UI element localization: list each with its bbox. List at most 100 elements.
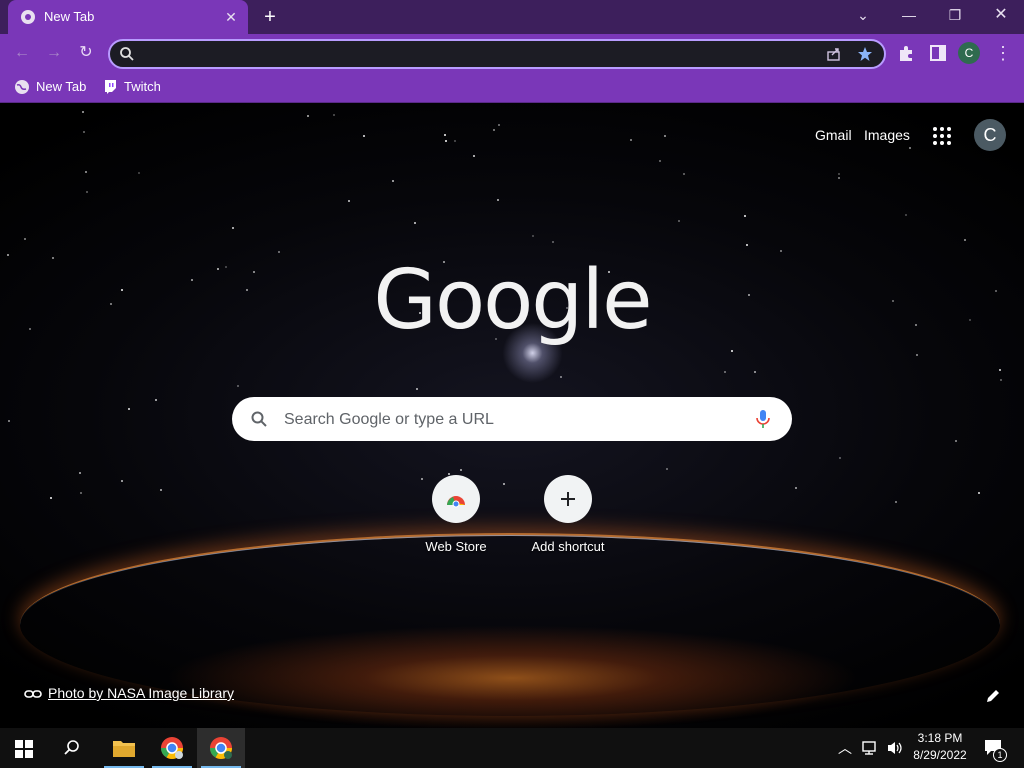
clock-time: 3:18 PM <box>917 731 963 745</box>
search-input[interactable] <box>282 407 746 433</box>
chrome-icon <box>210 737 232 759</box>
windows-logo-icon <box>15 740 33 758</box>
network-icon[interactable] <box>862 740 880 756</box>
account-avatar[interactable]: C <box>974 119 1006 151</box>
star <box>307 115 309 117</box>
taskbar-search-button[interactable] <box>48 728 96 768</box>
star <box>839 457 841 459</box>
address-bar[interactable] <box>108 39 886 69</box>
system-clock[interactable]: 3:18 PM 8/29/2022 <box>908 730 972 764</box>
taskbar-chrome-profile[interactable] <box>148 728 196 768</box>
chrome-icon <box>161 737 183 759</box>
star <box>160 489 162 491</box>
tab-search-icon[interactable]: ⌄ <box>840 0 886 30</box>
windows-taskbar: ︿ 3:18 PM 8/29/2022 1 <box>0 728 1024 768</box>
star <box>138 172 140 174</box>
search-icon <box>251 411 267 427</box>
star <box>7 254 9 256</box>
google-apps-icon[interactable] <box>931 125 953 147</box>
bookmark-label: New Tab <box>36 79 87 94</box>
star <box>237 385 239 387</box>
restore-button[interactable]: ❐ <box>932 0 978 30</box>
star <box>392 180 394 182</box>
customize-pencil-icon[interactable] <box>984 687 1002 705</box>
star <box>678 220 680 222</box>
star <box>746 244 748 246</box>
microphone-icon[interactable] <box>754 409 772 429</box>
minimize-button[interactable]: — <box>886 0 932 30</box>
bookmark-label: Twitch <box>124 79 161 94</box>
photo-credit-link[interactable]: Photo by NASA Image Library <box>48 685 234 701</box>
twitch-icon <box>105 80 116 94</box>
bookmark-star-icon[interactable] <box>856 45 874 63</box>
star <box>895 501 897 503</box>
star <box>155 399 157 401</box>
google-logo: Google <box>373 253 652 348</box>
star <box>82 111 84 113</box>
show-hidden-icons-chevron-icon[interactable]: ︿ <box>838 728 856 768</box>
star <box>128 408 130 410</box>
star <box>916 354 918 356</box>
tab-close-icon[interactable]: ✕ <box>222 8 240 26</box>
star <box>905 214 907 216</box>
menu-kebab-icon[interactable]: ⋮ <box>990 40 1016 66</box>
star <box>498 124 500 126</box>
shortcut-add[interactable]: Add shortcut <box>518 475 618 554</box>
search-icon <box>64 740 79 755</box>
images-link[interactable]: Images <box>864 127 910 143</box>
star <box>79 472 81 474</box>
address-input[interactable] <box>140 43 824 67</box>
new-tab-page-background: Gmail Images C Google Search Google or t… <box>0 103 1024 728</box>
star <box>444 134 446 136</box>
new-tab-button[interactable]: + <box>258 6 282 28</box>
shortcut-label: Add shortcut <box>531 539 605 554</box>
star <box>724 371 726 373</box>
star <box>795 487 797 489</box>
browser-toolbar: ← → ↻ C ⋮ <box>0 34 1024 72</box>
shortcut-tile <box>544 475 592 523</box>
star <box>731 350 733 352</box>
folder-icon <box>113 741 135 757</box>
star <box>29 328 31 330</box>
star <box>497 199 499 201</box>
start-button[interactable] <box>0 728 48 768</box>
star <box>955 440 957 442</box>
profile-avatar-button[interactable]: C <box>958 42 980 64</box>
back-button[interactable]: ← <box>9 40 35 66</box>
forward-button[interactable]: → <box>41 40 67 66</box>
star <box>995 290 997 292</box>
google-search-box[interactable] <box>232 397 792 441</box>
volume-icon[interactable] <box>886 740 904 756</box>
star <box>333 114 335 116</box>
action-center-button[interactable]: 1 <box>980 728 1010 768</box>
star <box>838 177 840 179</box>
star <box>969 319 971 321</box>
share-icon[interactable] <box>825 45 843 63</box>
tab-new-tab[interactable]: New Tab ✕ <box>8 0 248 34</box>
bookmark-twitch[interactable]: Twitch <box>102 76 161 98</box>
gmail-link[interactable]: Gmail <box>815 127 852 143</box>
star <box>86 191 88 193</box>
link-icon <box>24 690 42 698</box>
star <box>838 173 840 175</box>
side-panel-icon[interactable] <box>927 42 949 64</box>
star <box>110 303 112 305</box>
star <box>964 239 966 241</box>
extensions-icon[interactable] <box>895 42 917 64</box>
taskbar-chrome-active[interactable] <box>197 728 245 768</box>
bookmark-new-tab[interactable]: New Tab <box>14 76 86 98</box>
star <box>121 289 123 291</box>
shortcut-web-store[interactable]: Web Store <box>406 475 506 554</box>
star <box>24 238 26 240</box>
star <box>363 135 365 137</box>
star <box>1000 379 1002 381</box>
close-window-button[interactable]: ✕ <box>978 0 1024 30</box>
star <box>253 271 255 273</box>
star <box>460 469 462 471</box>
star <box>666 468 668 470</box>
title-bar: New Tab ✕ + ⌄ — ❐ ✕ <box>0 0 1024 34</box>
star <box>414 222 416 224</box>
taskbar-file-explorer[interactable] <box>100 728 148 768</box>
plus-icon <box>561 492 575 506</box>
reload-button[interactable]: ↻ <box>73 40 99 66</box>
